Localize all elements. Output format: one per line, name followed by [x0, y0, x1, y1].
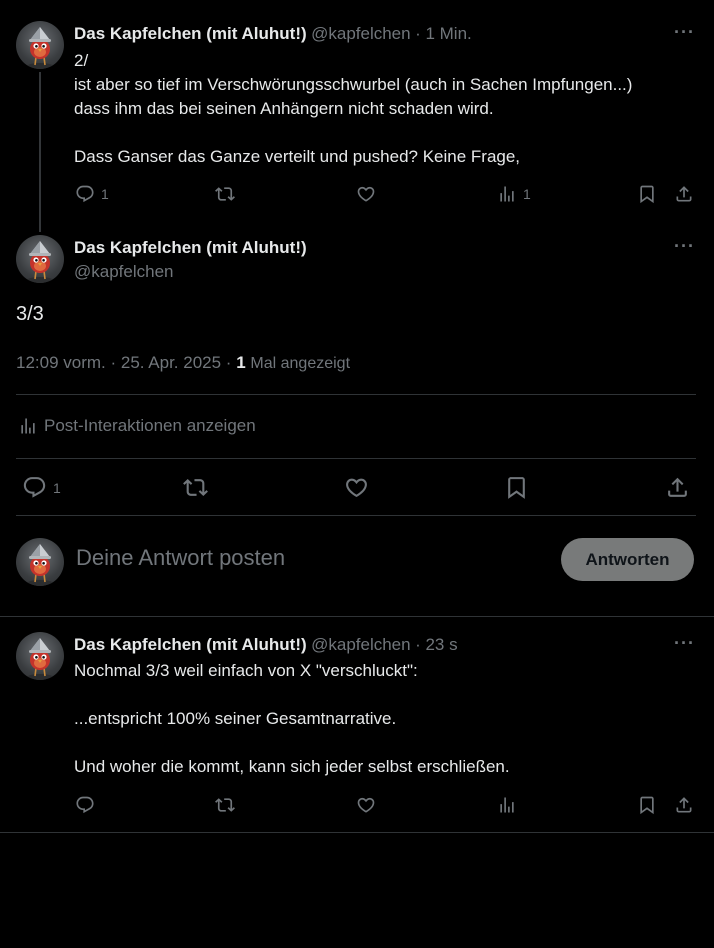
views-label: Mal angezeigt — [250, 355, 351, 372]
author-name[interactable]: Das Kapfelchen (mit Aluhut!) — [74, 24, 307, 43]
reply-input[interactable]: Deine Antwort posten — [76, 545, 285, 571]
reply-button[interactable] — [75, 795, 95, 820]
share-button[interactable] — [674, 795, 694, 820]
author-name[interactable]: Das Kapfelchen (mit Aluhut!) — [74, 635, 307, 654]
divider — [0, 616, 714, 617]
share-icon — [674, 795, 694, 815]
views-button[interactable] — [497, 795, 517, 820]
reply-icon — [75, 795, 95, 815]
reply-button[interactable]: 1 — [22, 475, 61, 500]
tweet-meta: 12:09 vorm. · 25. Apr. 2025 · 1 Mal ange… — [16, 353, 350, 373]
like-icon — [344, 475, 369, 500]
views-number: 1 — [236, 353, 246, 372]
bookmark-icon — [504, 475, 529, 500]
views-icon — [18, 416, 38, 436]
divider — [0, 832, 714, 833]
avatar — [16, 538, 64, 586]
more-icon[interactable]: ··· — [674, 633, 695, 654]
reply-count: 1 — [101, 186, 109, 202]
divider — [16, 515, 696, 516]
repost-icon — [215, 795, 235, 815]
reply-button[interactable]: 1 — [75, 184, 109, 204]
tweet-text: Nochmal 3/3 weil einfach von X "verschlu… — [74, 661, 510, 776]
author-handle[interactable]: @kapfelchen — [74, 262, 174, 282]
like-button[interactable] — [356, 184, 376, 209]
avatar[interactable] — [16, 21, 64, 69]
views-icon — [497, 184, 517, 204]
repost-button[interactable] — [215, 184, 235, 209]
repost-icon — [183, 475, 208, 500]
bookmark-button[interactable] — [637, 795, 657, 820]
timestamp[interactable]: 12:09 vorm. · 25. Apr. 2025 · — [16, 353, 231, 372]
like-icon — [356, 795, 376, 815]
reply-submit-button[interactable]: Antworten — [561, 538, 694, 581]
views-button[interactable]: 1 — [497, 184, 531, 204]
divider — [16, 394, 696, 395]
avatar[interactable] — [16, 235, 64, 283]
bookmark-icon — [637, 795, 657, 815]
share-icon — [674, 184, 694, 204]
author-handle[interactable]: @kapfelchen — [311, 635, 411, 654]
divider — [16, 458, 696, 459]
like-icon — [356, 184, 376, 204]
repost-button[interactable] — [215, 795, 235, 820]
tweet-text: 3/3 — [16, 303, 44, 325]
repost-button[interactable] — [183, 475, 208, 505]
post-interactions-link[interactable]: Post-Interaktionen anzeigen — [18, 416, 256, 436]
more-icon[interactable]: ··· — [674, 236, 695, 257]
thread-connector — [39, 72, 41, 232]
avatar[interactable] — [16, 632, 64, 680]
repost-icon — [215, 184, 235, 204]
author-name[interactable]: Das Kapfelchen (mit Aluhut!) — [74, 238, 307, 258]
share-button[interactable] — [665, 475, 690, 505]
share-button[interactable] — [674, 184, 694, 209]
bookmark-button[interactable] — [504, 475, 529, 505]
reply-count: 1 — [53, 479, 61, 496]
reply-icon — [75, 184, 95, 204]
views-icon — [497, 795, 517, 815]
avatar-image — [16, 538, 64, 586]
reply-icon — [22, 475, 47, 500]
like-button[interactable] — [344, 475, 369, 505]
post-time[interactable]: · 1 Min. — [415, 24, 472, 43]
bookmark-icon — [637, 184, 657, 204]
more-icon[interactable]: ··· — [674, 22, 695, 43]
tweet-header: Das Kapfelchen (mit Aluhut!) @kapfelchen… — [74, 24, 472, 44]
tweet-header: Das Kapfelchen (mit Aluhut!) @kapfelchen… — [74, 635, 458, 655]
avatar-image — [16, 632, 64, 680]
share-icon — [665, 475, 690, 500]
bookmark-button[interactable] — [637, 184, 657, 209]
avatar-image — [16, 21, 64, 69]
views-count: 1 — [523, 186, 531, 202]
like-button[interactable] — [356, 795, 376, 820]
post-interactions-label: Post-Interaktionen anzeigen — [44, 416, 256, 435]
tweet-text: 2/ ist aber so tief im Verschwörungsschw… — [74, 51, 633, 166]
author-handle[interactable]: @kapfelchen — [311, 24, 411, 43]
avatar-image — [16, 235, 64, 283]
post-time[interactable]: · 23 s — [415, 635, 458, 654]
